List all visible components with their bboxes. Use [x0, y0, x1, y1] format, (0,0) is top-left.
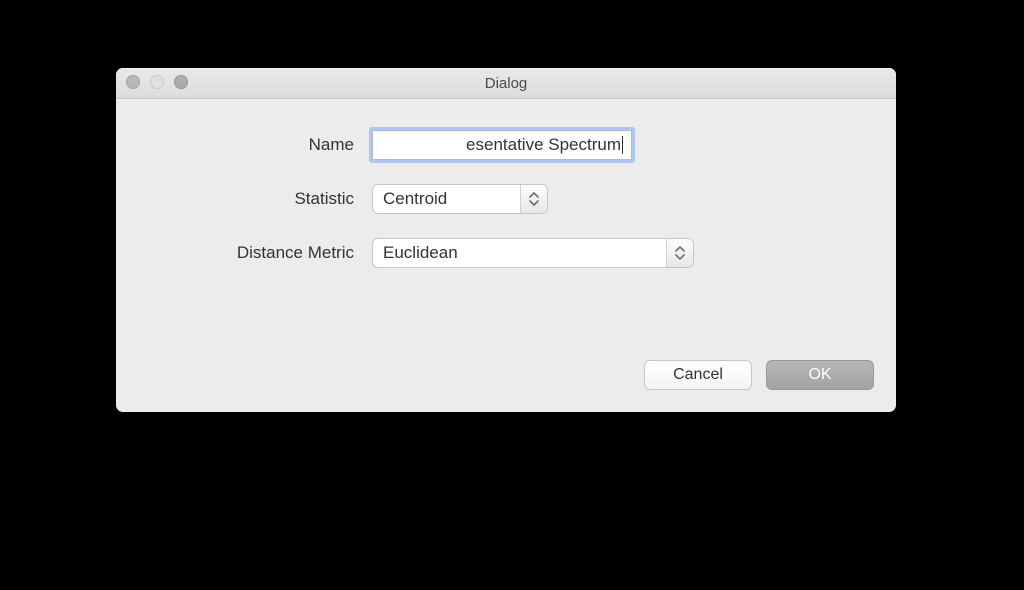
distance-metric-value: Euclidean [383, 239, 659, 267]
statistic-value: Centroid [383, 185, 513, 213]
name-label: Name [309, 135, 354, 155]
cancel-button[interactable]: Cancel [644, 360, 752, 390]
text-caret-icon [622, 136, 623, 154]
dialog-window: Dialog Name esentative Spectrum Statisti… [116, 68, 896, 412]
ok-button-label: OK [808, 366, 831, 384]
chevron-up-down-icon [666, 239, 693, 267]
titlebar[interactable]: Dialog [116, 68, 896, 99]
name-input-value: esentative Spectrum [466, 135, 621, 155]
window-title: Dialog [116, 68, 896, 98]
distance-metric-select[interactable]: Euclidean [372, 238, 694, 268]
button-row: Cancel OK [644, 360, 874, 390]
cancel-button-label: Cancel [673, 366, 723, 384]
distance-metric-label: Distance Metric [237, 243, 354, 263]
ok-button[interactable]: OK [766, 360, 874, 390]
chevron-up-down-icon [520, 185, 547, 213]
statistic-select[interactable]: Centroid [372, 184, 548, 214]
name-input[interactable]: esentative Spectrum [372, 130, 632, 160]
form: Name esentative Spectrum Statistic Centr… [116, 130, 896, 268]
statistic-label: Statistic [294, 189, 354, 209]
